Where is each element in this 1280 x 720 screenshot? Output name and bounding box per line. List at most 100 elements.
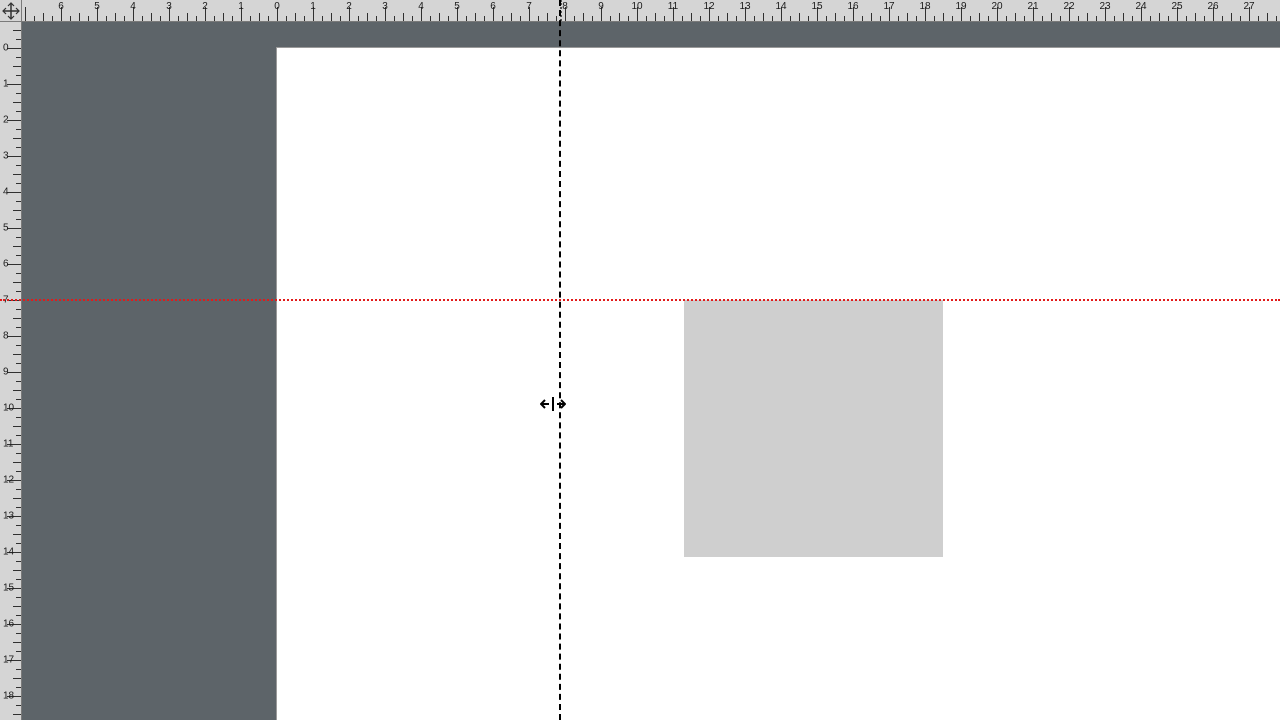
h-ruler-tick: [1168, 16, 1169, 21]
v-ruler-tick: [7, 300, 21, 301]
v-ruler-label: 1: [3, 79, 9, 90]
vertical-ruler[interactable]: 0123456789101112131415161718: [0, 22, 22, 720]
h-ruler-tick: [988, 16, 989, 21]
v-ruler-tick: [13, 642, 21, 643]
v-ruler-label: 17: [3, 655, 14, 666]
v-ruler-tick: [16, 669, 21, 670]
h-ruler-tick: [862, 16, 863, 21]
h-ruler-tick: [1159, 13, 1160, 21]
v-ruler-label: 0: [3, 43, 9, 54]
h-ruler-label: 13: [739, 1, 750, 12]
h-ruler-label: 8: [562, 1, 568, 12]
rectangle-shape[interactable]: [684, 300, 943, 557]
h-ruler-tick: [646, 16, 647, 21]
h-ruler-tick: [151, 13, 152, 21]
h-ruler-tick: [466, 16, 467, 21]
v-ruler-tick: [13, 318, 21, 319]
h-ruler-tick: [952, 16, 953, 21]
h-ruler-tick: [403, 13, 404, 21]
v-ruler-tick: [7, 372, 21, 373]
h-ruler-tick: [358, 16, 359, 21]
h-ruler-label: 15: [811, 1, 822, 12]
v-ruler-tick: [7, 156, 21, 157]
v-ruler-tick: [13, 354, 21, 355]
h-ruler-tick: [1078, 16, 1079, 21]
v-ruler-tick: [16, 615, 21, 616]
v-ruler-label: 12: [3, 475, 14, 486]
h-ruler-label: 26: [1207, 1, 1218, 12]
v-ruler-tick: [13, 498, 21, 499]
h-ruler-tick: [196, 16, 197, 21]
v-ruler-tick: [16, 291, 21, 292]
h-ruler-tick: [232, 16, 233, 21]
h-ruler-tick: [970, 16, 971, 21]
horizontal-ruler[interactable]: 6543210123456789101112131415161718192021…: [22, 0, 1280, 22]
v-ruler-tick: [16, 345, 21, 346]
canvas-workspace[interactable]: [22, 22, 1280, 720]
h-ruler-label: 24: [1135, 1, 1146, 12]
v-ruler-tick: [16, 435, 21, 436]
v-ruler-tick: [16, 39, 21, 40]
h-ruler-tick: [1024, 16, 1025, 21]
v-ruler-tick: [16, 129, 21, 130]
h-ruler-tick: [34, 16, 35, 21]
v-ruler-tick: [16, 543, 21, 544]
h-ruler-tick: [178, 16, 179, 21]
h-ruler-label: 21: [1027, 1, 1038, 12]
h-ruler-label: 1: [238, 1, 244, 12]
v-ruler-tick: [16, 399, 21, 400]
h-ruler-tick: [223, 13, 224, 21]
h-ruler-label: 5: [94, 1, 100, 12]
h-ruler-tick: [718, 16, 719, 21]
h-ruler-tick: [448, 16, 449, 21]
h-ruler-label: 25: [1171, 1, 1182, 12]
h-ruler-tick: [808, 16, 809, 21]
ruler-origin-corner[interactable]: [0, 0, 22, 22]
h-ruler-tick: [1204, 16, 1205, 21]
v-ruler-tick: [16, 183, 21, 184]
v-ruler-tick: [7, 336, 21, 337]
h-ruler-tick: [844, 16, 845, 21]
h-ruler-tick: [52, 16, 53, 21]
h-ruler-label: 16: [847, 1, 858, 12]
h-ruler-label: 11: [668, 1, 678, 12]
h-ruler-tick: [331, 13, 332, 21]
h-ruler-label: 2: [202, 1, 208, 12]
h-ruler-tick: [142, 16, 143, 21]
h-ruler-tick: [1222, 16, 1223, 21]
h-ruler-tick: [898, 16, 899, 21]
h-ruler-tick: [1276, 16, 1277, 21]
v-ruler-tick: [13, 678, 21, 679]
h-ruler-tick: [907, 13, 908, 21]
h-ruler-tick: [1258, 16, 1259, 21]
v-ruler-tick: [16, 705, 21, 706]
v-ruler-label: 15: [3, 583, 14, 594]
h-ruler-tick: [376, 16, 377, 21]
h-ruler-label: 3: [166, 1, 172, 12]
h-ruler-tick: [1015, 13, 1016, 21]
v-ruler-tick: [13, 390, 21, 391]
v-ruler-tick: [13, 282, 21, 283]
h-ruler-tick: [70, 16, 71, 21]
h-ruler-label: 12: [703, 1, 714, 12]
v-ruler-tick: [16, 381, 21, 382]
v-ruler-tick: [13, 138, 21, 139]
v-ruler-label: 4: [3, 187, 9, 198]
v-ruler-tick: [13, 174, 21, 175]
h-ruler-tick: [259, 13, 260, 21]
h-ruler-tick: [1051, 13, 1052, 21]
h-ruler-tick: [835, 13, 836, 21]
v-ruler-tick: [16, 687, 21, 688]
h-ruler-label: 22: [1063, 1, 1074, 12]
h-ruler-tick: [592, 16, 593, 21]
h-ruler-tick: [1267, 13, 1268, 21]
v-ruler-tick: [13, 246, 21, 247]
v-ruler-tick: [13, 426, 21, 427]
v-ruler-tick: [16, 93, 21, 94]
h-ruler-tick: [574, 16, 575, 21]
h-ruler-tick: [655, 13, 656, 21]
h-ruler-label: 18: [919, 1, 930, 12]
h-ruler-tick: [295, 13, 296, 21]
h-ruler-tick: [763, 13, 764, 21]
h-ruler-tick: [772, 16, 773, 21]
